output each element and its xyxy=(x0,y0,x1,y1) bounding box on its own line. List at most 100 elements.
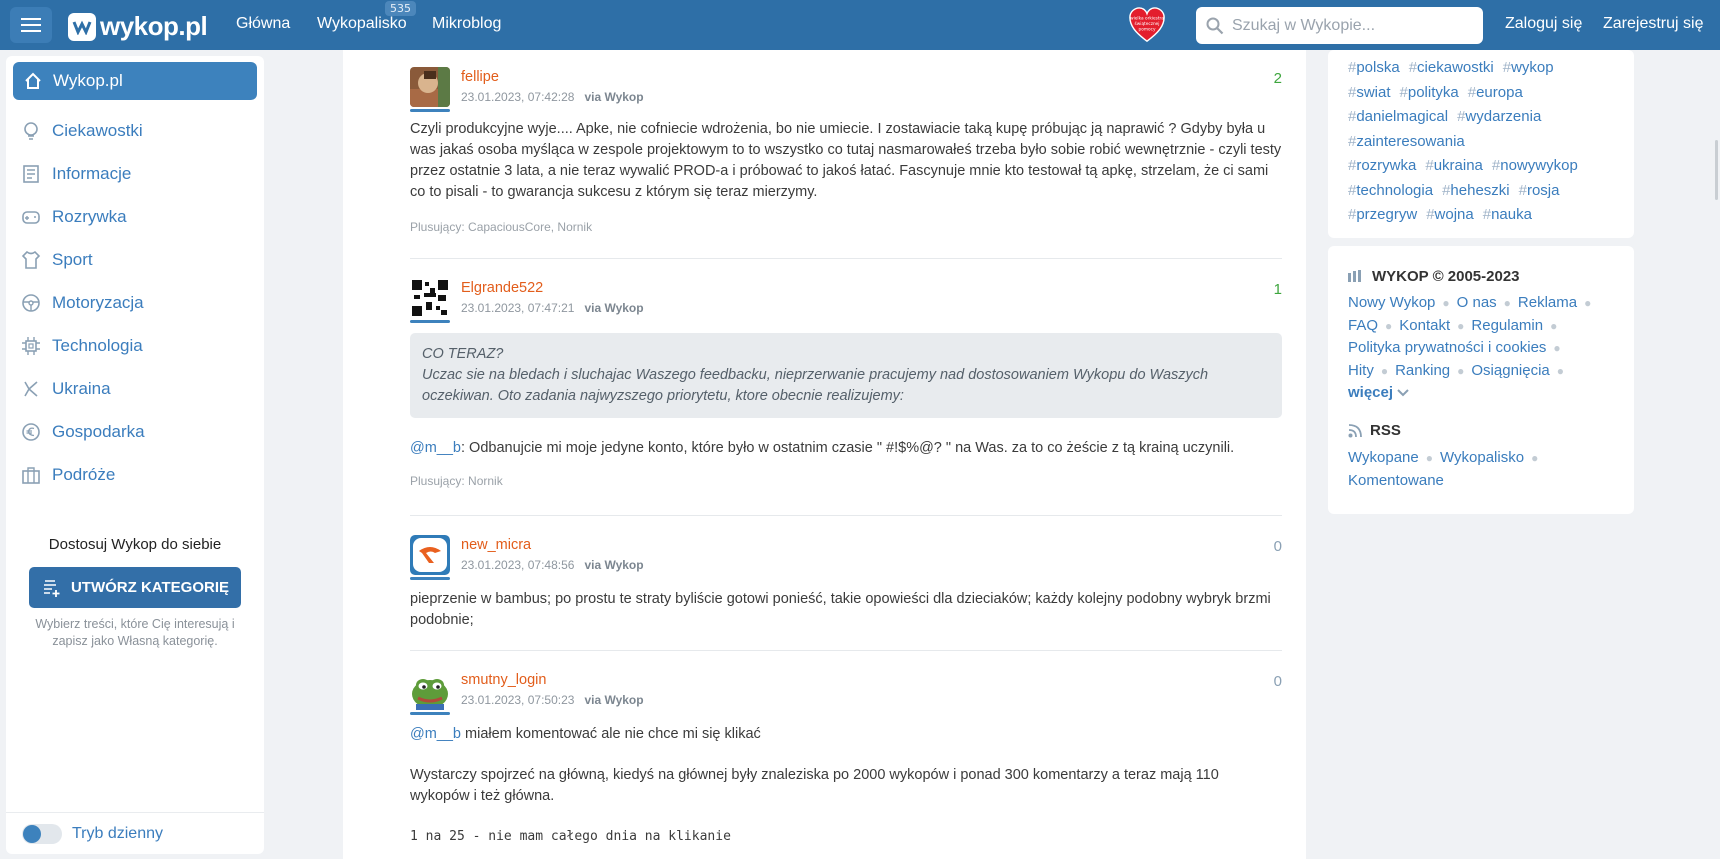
footer-link[interactable]: O nas xyxy=(1457,294,1497,311)
tag-link[interactable]: #zainteresowania xyxy=(1348,130,1465,155)
wykop-logo[interactable]: wykop.pl xyxy=(68,11,208,42)
comment-author[interactable]: new_micra xyxy=(461,537,531,553)
tag-link[interactable]: #wojna xyxy=(1426,203,1474,228)
comment-author[interactable]: smutny_login xyxy=(461,672,546,688)
tag-link[interactable]: #ciekawostki xyxy=(1409,56,1494,81)
tag-label: technologia xyxy=(1356,181,1434,199)
avatar[interactable] xyxy=(410,670,450,710)
tag-link[interactable]: #technologia xyxy=(1348,179,1433,204)
avatar[interactable] xyxy=(410,535,450,575)
add-category-icon xyxy=(43,579,60,597)
search-input[interactable] xyxy=(1232,16,1462,35)
comment-plus-users[interactable]: Plusujący: CapaciousCore, Nornik xyxy=(410,220,592,234)
sidebar-item-sport[interactable]: Sport xyxy=(20,245,93,275)
nav-mikroblog[interactable]: Mikroblog xyxy=(432,15,501,33)
nav-glowna[interactable]: Główna xyxy=(236,15,290,33)
sidebar-item-gospodarka[interactable]: Gospodarka xyxy=(20,417,145,447)
tag-link[interactable]: #polska xyxy=(1348,56,1400,81)
login-link[interactable]: Zaloguj się xyxy=(1505,15,1582,33)
user-mention[interactable]: @m__b xyxy=(410,440,461,456)
avatar[interactable] xyxy=(410,278,450,318)
tag-link[interactable]: #rosja xyxy=(1519,179,1560,204)
left-sidebar: Wykop.pl Ciekawostki Informacje Rozrywka… xyxy=(6,56,264,854)
comment-via[interactable]: via Wykop xyxy=(584,693,643,707)
comment-code: 1 na 25 - nie mam całego dnia na klikani… xyxy=(410,829,731,844)
footer-link[interactable]: Osiągnięcia xyxy=(1471,362,1549,379)
tag-label: wojna xyxy=(1434,206,1474,223)
tag-link[interactable]: #wydarzenia xyxy=(1457,105,1541,130)
rss-link[interactable]: Wykopane xyxy=(1348,449,1419,466)
comments-panel: fellipe 23.01.2023, 07:42:28 via Wykop 2… xyxy=(343,50,1306,859)
sidebar-item-ukraina[interactable]: Ukraina xyxy=(20,374,111,404)
top-navbar: wykop.pl Główna Wykopalisko 535 Mikroblo… xyxy=(0,0,1720,50)
tag-link[interactable]: #nauka xyxy=(1483,203,1532,228)
tag-link[interactable]: #ukraina xyxy=(1425,154,1483,179)
more-link-label: więcej xyxy=(1348,384,1394,401)
tag-link[interactable]: #wykop xyxy=(1503,56,1554,81)
sidebar-item-home[interactable]: Wykop.pl xyxy=(13,62,257,100)
tag-link[interactable]: #polityka xyxy=(1400,81,1459,106)
svg-text:wielka orkiestra: wielka orkiestra xyxy=(1130,15,1164,21)
tag-link[interactable]: #danielmagical xyxy=(1348,105,1448,130)
scrollbar[interactable] xyxy=(1715,140,1718,200)
tag-link[interactable]: #przegryw xyxy=(1348,203,1417,228)
wosp-heart-icon[interactable]: wielka orkiestra świątecznej pomocy xyxy=(1128,6,1166,44)
rss-link[interactable]: Wykopalisko xyxy=(1440,449,1524,466)
comment-plus-users[interactable]: Plusujący: Nornik xyxy=(410,474,503,488)
tag-link[interactable]: #heheszki xyxy=(1442,179,1510,204)
footer-link[interactable]: FAQ xyxy=(1348,317,1378,334)
sidebar-item-ciekawostki[interactable]: Ciekawostki xyxy=(20,116,143,146)
sidebar-item-rozrywka[interactable]: Rozrywka xyxy=(20,202,127,232)
hamburger-menu-button[interactable] xyxy=(10,7,52,43)
tag-link[interactable]: #rozrywka xyxy=(1348,154,1416,179)
footer-link[interactable]: Polityka prywatności i cookies xyxy=(1348,339,1546,356)
user-mention[interactable]: @m__b xyxy=(410,726,461,742)
comment-body: Czyli produkcyjne wyje.... Apke, nie cof… xyxy=(410,121,1282,200)
theme-toggle[interactable]: Tryb dzienny xyxy=(22,824,163,844)
footer-link[interactable]: Hity xyxy=(1348,362,1374,379)
sidebar-item-label: Sport xyxy=(52,250,93,269)
tag-label: nowywykop xyxy=(1500,157,1578,174)
sidebar-item-informacje[interactable]: Informacje xyxy=(20,159,131,189)
tag-list: #polska #ciekawostki #wykop #swiat #polityka… xyxy=(1348,56,1623,228)
sidebar-item-podroze[interactable]: Podróże xyxy=(20,460,115,490)
tag-link[interactable]: #swiat xyxy=(1348,81,1391,106)
comment-body: pieprzenie w bambus; po prostu te straty… xyxy=(410,591,1271,628)
sidebar-item-label: Informacje xyxy=(52,164,132,183)
avatar[interactable] xyxy=(410,67,450,107)
hash-symbol: # xyxy=(1491,157,1501,174)
comment-author[interactable]: Elgrande522 xyxy=(461,280,543,296)
rss-link[interactable]: Komentowane xyxy=(1348,472,1444,489)
comment-author[interactable]: fellipe xyxy=(461,69,499,85)
hash-symbol: # xyxy=(1518,181,1527,199)
tag-label: swiat xyxy=(1356,83,1391,101)
nav-wykopalisko[interactable]: Wykopalisko xyxy=(317,15,407,33)
footer-link[interactable]: Reklama xyxy=(1518,294,1577,311)
tag-link[interactable]: #nowywykop xyxy=(1492,154,1578,179)
comment-meta: 23.01.2023, 07:42:28 via Wykop xyxy=(461,90,644,104)
chip-icon xyxy=(20,335,42,357)
tag-label: nauka xyxy=(1491,206,1532,223)
create-category-button[interactable]: UTWÓRZ KATEGORIĘ xyxy=(29,567,241,608)
svg-text:pomocy: pomocy xyxy=(1139,28,1156,33)
comment-via[interactable]: via Wykop xyxy=(584,301,643,315)
tag-link[interactable]: #europa xyxy=(1468,81,1523,106)
footer-link[interactable]: Ranking xyxy=(1395,362,1450,379)
comment-via[interactable]: via Wykop xyxy=(584,90,643,104)
comment-body: Wystarczy spojrzeć na główną, kiedyś na … xyxy=(410,767,1219,804)
footer-link[interactable]: Regulamin xyxy=(1471,317,1543,334)
footer-link[interactable]: Kontakt xyxy=(1399,317,1450,334)
footer-link[interactable]: Nowy Wykop xyxy=(1348,294,1435,311)
search-box[interactable] xyxy=(1196,7,1483,44)
comment-meta: 23.01.2023, 07:47:21 via Wykop xyxy=(461,301,644,315)
sidebar-item-technologia[interactable]: Technologia xyxy=(20,331,143,361)
sidebar-item-motoryzacja[interactable]: Motoryzacja xyxy=(20,288,144,318)
comment-via[interactable]: via Wykop xyxy=(584,558,643,572)
toggle-switch[interactable] xyxy=(22,824,62,844)
rss-icon xyxy=(1348,423,1362,437)
register-link[interactable]: Zarejestruj się xyxy=(1603,15,1703,33)
chevron-down-icon xyxy=(1397,389,1409,397)
comment-quote: CO TERAZ? Uczac sie na bledach i sluchaj… xyxy=(410,333,1282,418)
more-link[interactable]: więcej xyxy=(1348,384,1409,401)
comment-meta: 23.01.2023, 07:50:23 via Wykop xyxy=(461,693,644,707)
